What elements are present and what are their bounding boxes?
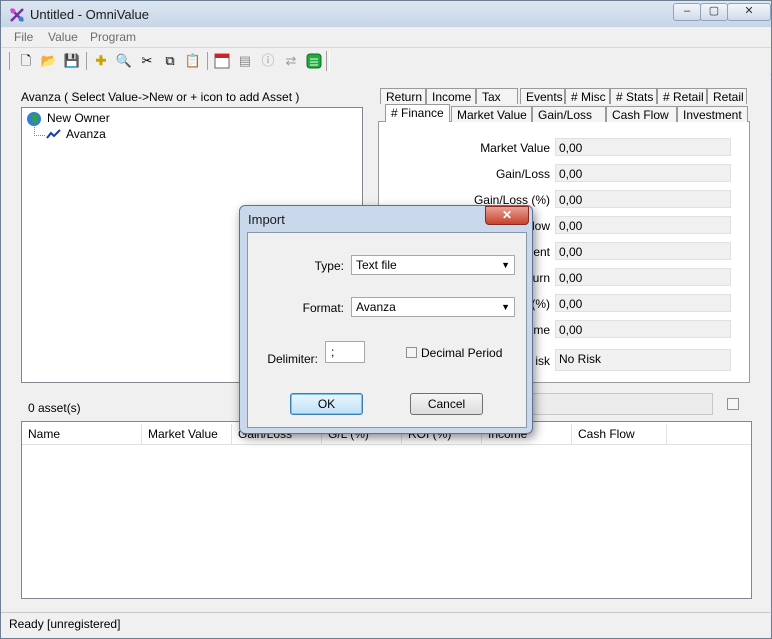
calendar-icon[interactable] — [212, 51, 232, 71]
delimiter-label: Delimiter: — [267, 352, 318, 366]
tree-node-asset[interactable]: Avanza — [66, 127, 106, 141]
tab-market-value[interactable]: Market Value — [451, 106, 532, 122]
tab-cash-flow[interactable]: Cash Flow — [606, 106, 677, 122]
tab-tax[interactable]: Tax — [476, 88, 518, 104]
menu-file[interactable]: File — [14, 30, 33, 44]
panel-checkbox[interactable] — [727, 398, 739, 410]
toolbar-separator — [207, 52, 208, 70]
asset-count: 0 asset(s) — [28, 401, 81, 415]
format-select-value: Avanza — [356, 300, 396, 314]
copy-icon[interactable]: ⧉ — [160, 51, 180, 71]
chart-line-icon — [46, 128, 62, 140]
close-window-button[interactable]: ✕ — [727, 3, 771, 21]
field-return: 0,00 — [555, 268, 731, 286]
menu-bar: File Value Program — [1, 28, 771, 47]
tree-connector — [34, 127, 45, 136]
report-icon[interactable]: ▤ — [235, 51, 255, 71]
field-risk: No Risk — [555, 349, 731, 371]
app-icon — [9, 7, 25, 23]
new-icon[interactable]: 🗋 — [16, 51, 36, 71]
asset-table[interactable] — [21, 421, 752, 599]
col-name[interactable]: Name — [22, 424, 142, 444]
decimal-period-checkbox[interactable] — [406, 347, 417, 358]
dialog-title: Import — [248, 212, 285, 227]
col-cash-flow[interactable]: Cash Flow — [572, 424, 667, 444]
tab-return[interactable]: Return — [380, 88, 426, 104]
tab-investment[interactable]: Investment — [677, 106, 748, 122]
toolbar-grip — [9, 52, 10, 70]
chevron-down-icon: ▼ — [501, 302, 510, 312]
menu-program[interactable]: Program — [90, 30, 136, 44]
info-icon[interactable]: ⓘ — [258, 51, 278, 71]
type-label: Type: — [314, 259, 344, 273]
toolbar-separator — [86, 52, 87, 70]
toolbar-end — [326, 51, 330, 71]
refresh-icon[interactable]: ⇄ — [281, 51, 301, 71]
paste-icon[interactable]: 📋 — [183, 51, 203, 71]
title-bar: Untitled - OmniValue ‒ ▢ ✕ — [1, 1, 771, 27]
summary-strip — [528, 393, 713, 415]
toolbar: 🗋 📂 💾 ✚ 🔍 ✂ ⧉ 📋 ▤ ⓘ ⇄ — [1, 47, 771, 75]
field-investment: 0,00 — [555, 242, 731, 260]
tree-node-owner[interactable]: New Owner — [47, 111, 110, 125]
dialog-close-button[interactable]: ✕ — [485, 206, 529, 225]
field-roi-pct: 0,00 — [555, 294, 731, 312]
col-market-value[interactable]: Market Value — [142, 424, 232, 444]
tab-finance[interactable]: # Finance — [385, 104, 450, 122]
status-text: Ready [unregistered] — [9, 617, 121, 631]
import-dialog: Import ✕ Type: Text file ▼ Format: Avanz… — [239, 205, 533, 434]
tab-gain-loss[interactable]: Gain/Loss — [532, 106, 606, 122]
cut-icon[interactable]: ✂ — [137, 51, 157, 71]
label-market-value: Market Value — [480, 141, 550, 155]
dialog-body: Type: Text file ▼ Format: Avanza ▼ Delim… — [247, 232, 527, 428]
tab-retail[interactable]: Retail — [707, 88, 747, 104]
open-icon[interactable]: 📂 — [39, 51, 59, 71]
tab-stats[interactable]: # Stats — [610, 88, 657, 104]
menu-value[interactable]: Value — [48, 30, 78, 44]
field-market-value: 0,00 — [555, 138, 731, 156]
type-select-value: Text file — [356, 258, 397, 272]
globe-icon — [26, 111, 42, 127]
cancel-button[interactable]: Cancel — [410, 393, 483, 415]
tab-income[interactable]: Income — [426, 88, 476, 104]
label-gain-loss: Gain/Loss — [495, 167, 550, 181]
field-income: 0,00 — [555, 320, 731, 338]
chevron-down-icon: ▼ — [501, 260, 510, 270]
field-cash-flow: 0,00 — [555, 216, 731, 234]
field-gain-loss-pct: 0,00 — [555, 190, 731, 208]
format-select[interactable]: Avanza ▼ — [351, 297, 515, 317]
tab-misc[interactable]: # Misc — [565, 88, 610, 104]
type-select[interactable]: Text file ▼ — [351, 255, 515, 275]
add-icon[interactable]: ✚ — [91, 51, 111, 71]
minimize-button[interactable]: ‒ — [673, 3, 701, 21]
maximize-button[interactable]: ▢ — [700, 3, 728, 21]
table-header-divider — [22, 444, 751, 445]
format-label: Format: — [302, 301, 344, 315]
tab-events[interactable]: Events — [520, 88, 565, 104]
decimal-period-label: Decimal Period — [421, 346, 503, 360]
status-bar: Ready [unregistered] — [1, 612, 770, 637]
delimiter-input[interactable]: ; — [325, 341, 365, 363]
tab-retail-hash[interactable]: # Retail — [657, 88, 707, 104]
tree-header: Avanza ( Select Value->New or + icon to … — [21, 90, 300, 104]
ok-button[interactable]: OK — [290, 393, 363, 415]
find-icon[interactable]: 🔍 — [114, 51, 134, 71]
window-title: Untitled - OmniValue — [30, 7, 149, 22]
save-icon[interactable]: 💾 — [62, 51, 82, 71]
update-icon[interactable] — [304, 51, 324, 71]
field-gain-loss: 0,00 — [555, 164, 731, 182]
